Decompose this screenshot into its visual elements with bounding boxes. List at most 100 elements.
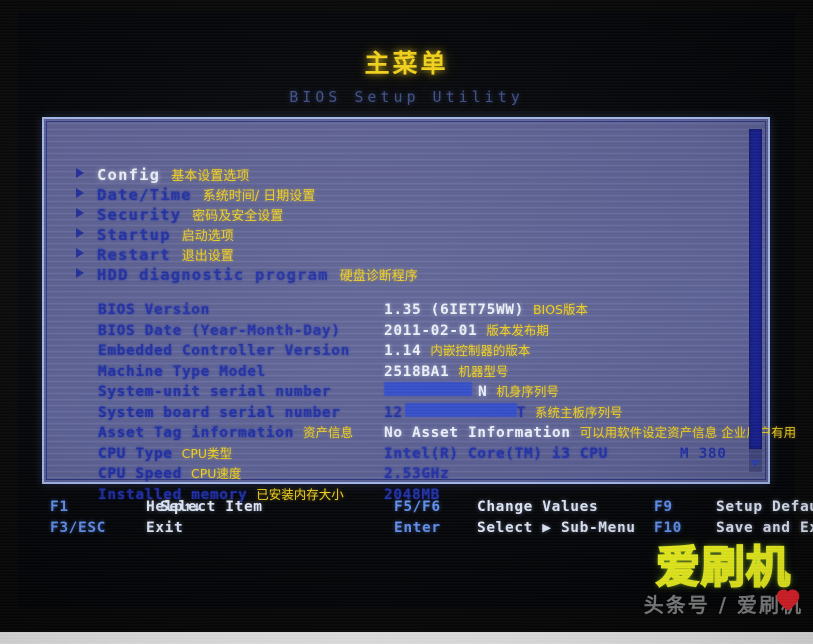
menu-item-label: Restart (97, 246, 171, 264)
menu-item-security[interactable]: Security 密码及安全设置 (76, 205, 418, 225)
key-hint-key: Enter (394, 520, 441, 536)
menu-item-config[interactable]: Config 基本设置选项 (76, 165, 418, 185)
title-block: 主菜单 BIOS Setup Utility (18, 44, 795, 106)
info-label-cell: BIOS Version (98, 302, 384, 318)
info-value-cell: No Asset Information 可以用软件设定资产信息 企业用户有用 (384, 422, 796, 441)
info-value-cell: 2.53GHz (384, 466, 449, 482)
info-label: System-unit serial number (98, 384, 332, 400)
info-value-cell: Intel(R) Core(TM) i3 CPU M 380 (384, 446, 727, 462)
key-hint-column: F9 Setup Defaults F10 Save and Exit (654, 499, 813, 541)
key-hint: F5/F6 Change Values (394, 499, 636, 520)
key-hint: F10 Save and Exit (654, 520, 813, 541)
scrollbar-thumb[interactable] (749, 129, 762, 449)
info-label: BIOS Date (Year-Month-Day) (98, 322, 341, 339)
menu-item-hdd-diagnostic-program[interactable]: HDD diagnostic program 硬盘诊断程序 (76, 265, 418, 285)
info-value-annotation: 系统主板序列号 (535, 404, 623, 420)
info-label-annotation: 资产信息 (302, 425, 353, 440)
watermark: 爱刷机 头条号 / 爱刷机 (644, 542, 803, 616)
menu-item-label: Config (97, 166, 161, 184)
info-value: 1.14 (384, 343, 422, 359)
key-hint-description: Save and Exit (716, 520, 813, 536)
page-bottom-strip (0, 632, 813, 644)
info-label-cell: Machine Type Model (98, 364, 384, 380)
info-label: Embedded Controller Version (98, 343, 350, 359)
info-label-annotation: CPU速度 (190, 466, 242, 481)
scrollbar[interactable] (749, 129, 762, 472)
info-label-cell: CPU Speed CPU速度 (98, 463, 384, 482)
info-row: System-unit serial number N 机身序列号 (98, 381, 798, 402)
menu-item-startup[interactable]: Startup 启动选项 (76, 225, 418, 245)
info-row: Embedded Controller Version 1.14 内嵌控制器的版本 (98, 340, 798, 361)
info-value: 12 (384, 404, 403, 421)
key-hint-key: F10 (654, 520, 682, 536)
menu-item-label: Security (97, 206, 182, 224)
info-label: BIOS Version (98, 302, 210, 318)
menu-item-annotation: 退出设置 (181, 249, 234, 264)
info-value: 2518BA1 (384, 363, 450, 380)
info-value-annotation: 机器型号 (458, 363, 509, 379)
info-value: 2011-02-01 (384, 322, 478, 339)
submenu-arrow-icon (76, 248, 84, 258)
key-hint-description: Setup Defaults (716, 499, 813, 515)
submenu-arrow-icon (76, 188, 84, 198)
info-row: CPU Type CPU类型 Intel(R) Core(TM) i3 CPU M 3… (98, 443, 798, 464)
info-value-cell: 12 T 系统主板序列号 (384, 402, 623, 421)
watermark-title: 爱刷机 (655, 542, 791, 593)
info-value: 2.53GHz (384, 466, 450, 482)
info-row: BIOS Date (Year-Month-Day) 2011-02-01 版本发布… (98, 320, 798, 341)
submenu-arrow-icon (76, 208, 84, 218)
menu-item-restart[interactable]: Restart 退出设置 (76, 245, 418, 265)
info-label: Machine Type Model (98, 363, 266, 380)
info-row: Asset Tag information 资产信息 No Asset Inform… (98, 422, 798, 443)
info-value-annotation: 可以用软件设定资产信息 企业用户有用 (579, 425, 797, 440)
menu-item-annotation: 密码及安全设置 (192, 209, 284, 224)
info-label: Asset Tag information (98, 425, 294, 441)
menu-item-annotation: 硬盘诊断程序 (339, 269, 418, 284)
info-value: Intel(R) Core(TM) i3 CPU (384, 445, 608, 462)
main-menu: Config 基本设置选项 Date/Time 系统时间/ 日期设置 Security 密… (76, 165, 418, 285)
redaction-bar (404, 402, 517, 417)
info-label: System board serial number (98, 404, 341, 421)
info-value-cell: N 机身序列号 (384, 381, 559, 400)
info-row: BIOS Version 1.35 (6IET75WW) BIOS版本 (98, 299, 798, 320)
key-hint-key: F5/F6 (394, 499, 441, 515)
key-hint-column: Select Item (160, 499, 263, 541)
info-label-cell: Embedded Controller Version (98, 343, 384, 359)
menu-item-label: Startup (97, 226, 171, 244)
info-label-cell: System board serial number (98, 405, 384, 421)
system-info-table: BIOS Version 1.35 (6IET75WW) BIOS版本 BIOS Da… (98, 299, 798, 504)
key-hint (160, 520, 263, 541)
info-label-cell: Asset Tag information 资产信息 (98, 422, 384, 441)
info-value-annotation: BIOS版本 (532, 302, 588, 317)
info-row: Machine Type Model 2518BA1 机器型号 (98, 361, 798, 382)
bios-setup-screen: 主菜单 BIOS Setup Utility Config 基本设置选项 Date/… (18, 12, 813, 608)
key-hint-key: F9 (654, 499, 673, 515)
chevron-down-icon[interactable] (750, 460, 760, 467)
key-hint: Enter Select ▶ Sub-Menu (394, 520, 636, 541)
menu-item-date-time[interactable]: Date/Time 系统时间/ 日期设置 (76, 185, 418, 205)
key-hint-key: F1 (50, 499, 69, 515)
key-hint-column: F5/F6 Change Values Enter Select ▶ Sub-Menu (394, 499, 636, 541)
info-label-cell: BIOS Date (Year-Month-Day) (98, 323, 384, 339)
info-value-annotation: 内嵌控制器的版本 (430, 343, 531, 358)
info-value-cell: 2011-02-01 版本发布期 (384, 320, 549, 339)
menu-item-label: HDD diagnostic program (97, 266, 329, 284)
info-row: CPU Speed CPU速度 2.53GHz (98, 463, 798, 484)
info-label-cell: System-unit serial number (98, 384, 384, 400)
info-label: CPU Speed (98, 466, 182, 482)
menu-item-annotation: 基本设置选项 (171, 169, 250, 184)
info-value-tail: T (516, 404, 527, 421)
info-value-cell: 1.14 内嵌控制器的版本 (384, 340, 530, 359)
key-hint-description: Change Values (477, 499, 599, 515)
info-label-cell: CPU Type CPU类型 (98, 443, 384, 462)
info-row: System board serial number 12 T 系统主板序列号 (98, 402, 798, 423)
redaction-bar (384, 382, 472, 396)
menu-item-label: Date/Time (97, 186, 192, 204)
info-value-cell: 2518BA1 机器型号 (384, 361, 508, 380)
info-value-annotation: 版本发布期 (486, 322, 549, 338)
main-panel: Config 基本设置选项 Date/Time 系统时间/ 日期设置 Security 密… (42, 117, 796, 503)
info-value-extra: M 380 (679, 445, 727, 462)
key-hint: Select Item (160, 499, 263, 520)
submenu-arrow-icon (76, 268, 84, 278)
submenu-arrow-icon (76, 228, 84, 238)
